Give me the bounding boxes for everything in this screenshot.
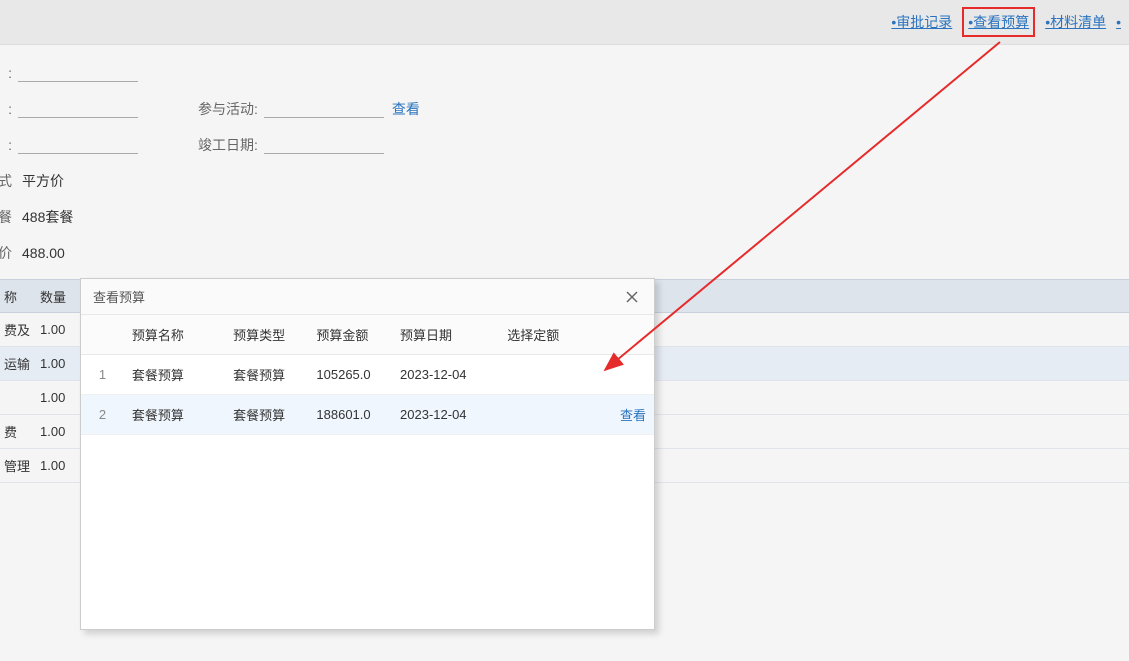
form-input-3[interactable] <box>18 136 138 154</box>
top-bar: •审批记录 •查看预算 •材料清单 • <box>0 0 1129 45</box>
td-action <box>594 355 654 395</box>
td-idx: 2 <box>81 395 124 435</box>
form-label-complete-date: 竣工日期: <box>198 135 258 155</box>
row-view-link[interactable]: 查看 <box>620 408 646 423</box>
bg-td-qty: 1.00 <box>36 356 76 371</box>
bg-td-qty: 1.00 <box>36 390 76 405</box>
form-input-1[interactable] <box>18 64 138 82</box>
close-icon-svg <box>625 290 639 304</box>
table-row[interactable]: 1 套餐预算 套餐预算 105265.0 2023-12-04 <box>81 355 654 395</box>
table-row[interactable]: 2 套餐预算 套餐预算 188601.0 2023-12-04 查看 <box>81 395 654 435</box>
td-name: 套餐预算 <box>124 355 225 395</box>
form-value-mode: 平方价 <box>22 171 64 191</box>
bg-td-name: 费 <box>0 422 36 441</box>
th-idx <box>81 315 124 355</box>
form-label-mode: 式 <box>0 171 12 191</box>
th-type: 预算类型 <box>225 315 308 355</box>
td-idx: 1 <box>81 355 124 395</box>
form-label-price: 价 <box>0 243 12 263</box>
form-label-participate: 参与活动: <box>198 99 258 119</box>
bg-td-qty: 1.00 <box>36 424 76 439</box>
td-amount: 188601.0 <box>308 395 392 435</box>
link-view-budget[interactable]: •查看预算 <box>962 7 1035 37</box>
view-budget-dialog: 查看预算 预算名称 预算类型 预算金额 预算日期 选择定额 <box>80 278 655 630</box>
bg-td-name: 运输 <box>0 354 36 373</box>
th-action <box>594 315 654 355</box>
td-type: 套餐预算 <box>225 395 308 435</box>
td-date: 2023-12-04 <box>392 355 499 395</box>
td-quota <box>499 395 594 435</box>
dialog-title: 查看预算 <box>93 287 145 306</box>
bg-td-name: 费及 <box>0 320 36 339</box>
th-quota: 选择定额 <box>499 315 594 355</box>
link-material-list[interactable]: •材料清单 <box>1045 12 1106 32</box>
form-label-cut1: : <box>0 65 12 81</box>
form-label-package: 餐 <box>0 207 12 227</box>
td-amount: 105265.0 <box>308 355 392 395</box>
bg-td-qty: 1.00 <box>36 458 76 473</box>
form-value-package: 488套餐 <box>22 207 73 227</box>
td-action: 查看 <box>594 395 654 435</box>
budget-table: 预算名称 预算类型 预算金额 预算日期 选择定额 1 套餐预算 套餐预算 105… <box>81 315 654 435</box>
form-input-participate[interactable] <box>264 100 384 118</box>
view-link-participate[interactable]: 查看 <box>392 99 420 119</box>
link-extra[interactable]: • <box>1116 14 1121 30</box>
th-date: 预算日期 <box>392 315 499 355</box>
td-quota <box>499 355 594 395</box>
form-input-2[interactable] <box>18 100 138 118</box>
close-icon[interactable] <box>622 287 642 307</box>
th-amount: 预算金额 <box>308 315 392 355</box>
bg-td-qty: 1.00 <box>36 322 76 337</box>
th-name: 预算名称 <box>124 315 225 355</box>
td-type: 套餐预算 <box>225 355 308 395</box>
link-approval-record[interactable]: •审批记录 <box>891 12 952 32</box>
bg-th-name: 称 <box>0 287 36 306</box>
form-input-complete-date[interactable] <box>264 136 384 154</box>
td-name: 套餐预算 <box>124 395 225 435</box>
form-label-cut2: : <box>0 101 12 117</box>
bg-td-name: 管理 <box>0 456 36 475</box>
form-label-cut3: : <box>0 137 12 153</box>
form-value-price: 488.00 <box>22 245 65 261</box>
bg-th-qty: 数量 <box>36 287 76 306</box>
td-date: 2023-12-04 <box>392 395 499 435</box>
